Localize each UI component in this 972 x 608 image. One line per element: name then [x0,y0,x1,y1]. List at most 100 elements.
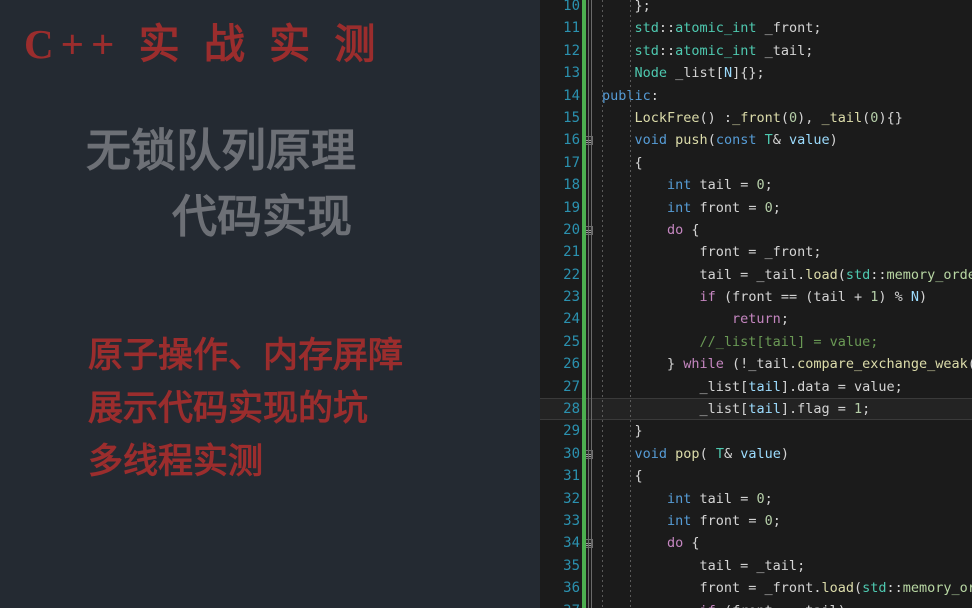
code-token: ; [764,177,773,194]
fold-toggle-icon[interactable] [584,136,593,146]
code-line[interactable]: 34 do { [540,532,972,554]
line-number: 12 [563,42,580,59]
code-line[interactable]: 16 void push(const T& value) [540,129,972,151]
line-number: 14 [563,87,580,104]
line-number: 11 [563,20,580,37]
code-line[interactable]: 24 return; [540,308,972,330]
code-token: _front; [756,20,822,37]
code-line[interactable]: 23 if (front == (tail + 1) % N) [540,286,972,308]
code-line[interactable]: 32 int tail = 0; [540,488,972,510]
code-line[interactable]: 18 int tail = 0; [540,174,972,196]
code-token: memory_order_acqu [902,580,972,597]
code-line[interactable]: 13 Node _list[N]{}; [540,62,972,84]
code-token: load [821,580,854,597]
code-line[interactable]: 20 do { [540,219,972,241]
code-line[interactable]: 12 std::atomic_int _tail; [540,40,972,62]
line-number: 25 [563,333,580,350]
code-line[interactable]: 14 public: [540,85,972,107]
code-line-text: do { [602,532,700,554]
code-line[interactable]: 30 void pop( T& value) [540,443,972,465]
code-line-text: { [602,465,643,487]
subtitle-line-2: 代码实现 [172,190,353,243]
line-number: 30 [563,445,580,462]
fold-toggle-icon[interactable] [584,539,593,549]
code-token: 0 [764,199,773,216]
line-number: 10 [563,0,580,14]
code-token: ; [772,199,781,216]
code-token: (front == (tail + [715,289,871,306]
code-line[interactable]: 22 tail = _tail.load(std::memory_order_a… [540,264,972,286]
code-token: front = [691,512,765,529]
code-token: { [602,468,643,485]
code-token: int [667,490,692,507]
code-token: 1 [853,401,863,418]
line-number: 29 [563,423,580,440]
code-line-text: front = _front; [602,241,822,263]
code-token: : [650,87,659,104]
code-token: & [772,132,790,149]
fold-toggle-icon[interactable] [584,449,593,459]
code-line[interactable]: 19 int front = 0; [540,197,972,219]
code-line[interactable]: 29 } [540,420,972,442]
code-line-text: //_list[tail] = value; [602,331,879,353]
code-token: public [602,87,651,104]
code-token: tail = [691,490,757,507]
code-token: Node [634,65,668,82]
code-token: ; [772,512,781,529]
code-line[interactable]: 11 std::atomic_int _front; [540,17,972,39]
code-line[interactable]: 27 _list[tail].data = value; [540,376,972,398]
code-token: return [732,311,781,328]
code-line-text: if (front == tail) [602,600,846,608]
code-line[interactable]: 26 } while (!_tail.compare_exchange_weak… [540,353,972,375]
code-token: ].flag = [780,401,854,418]
code-line[interactable]: 10 }; [540,0,972,17]
code-line[interactable]: 25 //_list[tail] = value; [540,331,972,353]
subtitle-group: 无锁队列原理 代码实现 [0,118,540,250]
code-line[interactable]: 37 if (front == tail) [540,600,972,608]
screenshot-root: C++ 实 战 实 测 无锁队列原理 代码实现 原子操作、内存屏障 展示代码实现… [0,0,972,608]
code-line[interactable]: 36 front = _front.load(std::memory_order… [540,577,972,599]
title-slide-panel: C++ 实 战 实 测 无锁队列原理 代码实现 原子操作、内存屏障 展示代码实现… [0,0,540,608]
code-line[interactable]: 33 int front = 0; [540,510,972,532]
fold-toggle-icon[interactable] [584,225,593,235]
line-number: 35 [563,557,580,574]
line-number: 34 [563,535,580,552]
code-token: push [675,132,708,149]
code-line[interactable]: 17 { [540,152,972,174]
line-number: 28 [563,401,580,418]
code-token: }; [602,0,651,14]
code-token: ) [919,289,928,306]
code-line[interactable]: 21 front = _front; [540,241,972,263]
code-token: ]{}; [732,65,765,82]
code-editor-panel[interactable]: 10 }; 11 std::atomic_int _front; 12 std::a… [540,0,972,608]
code-line-text: tail = _tail.load(std::memory_order_acqu… [602,264,972,286]
code-line[interactable]: 15 LockFree() :_front(0), _tail(0){} [540,107,972,129]
code-line-text: } while (!_tail.compare_exchange_weak(ta… [602,353,972,375]
code-line[interactable]: 35 tail = _tail; [540,555,972,577]
code-line-text: do { [602,219,700,241]
line-number: 18 [563,177,580,194]
code-token: value [789,132,830,149]
code-line-text: public: [602,85,659,107]
code-line-text: }; [602,0,651,17]
line-number: 24 [563,311,580,328]
subtitle-line-1: 无锁队列原理 [86,124,357,177]
code-token: do [667,535,684,552]
code-line[interactable]: 28 _list[tail].flag = 1; [540,398,972,421]
code-line[interactable]: 31 { [540,465,972,487]
code-token: 0 [764,512,773,529]
code-token: ) [829,132,838,149]
line-number: 16 [563,132,580,149]
code-line-list[interactable]: 10 }; 11 std::atomic_int _front; 12 std::a… [540,0,972,608]
code-token: tail = _tail; [602,557,806,574]
code-token: :: [886,580,903,597]
code-token: const [715,132,757,149]
